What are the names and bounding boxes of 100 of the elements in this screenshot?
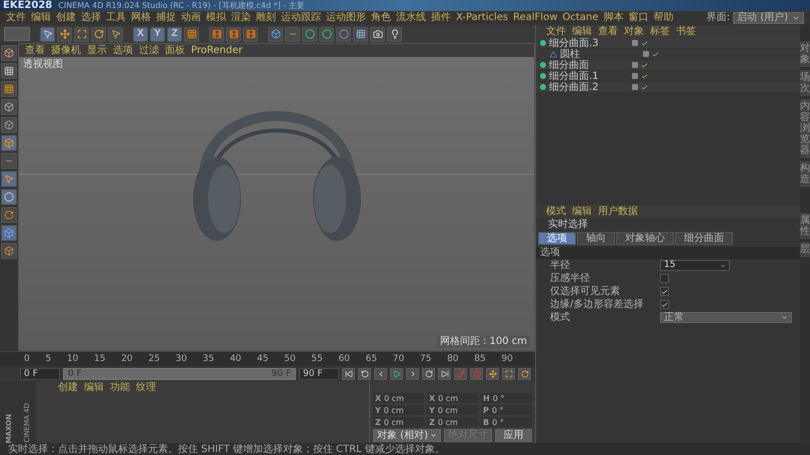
mode-tool-button[interactable] xyxy=(1,135,17,151)
mode-tool-button[interactable] xyxy=(1,117,17,133)
menu-item[interactable]: X-Particles xyxy=(456,12,508,24)
object-menu-item[interactable]: 书签 xyxy=(676,26,696,38)
coordinate-field[interactable]: X 0 cm xyxy=(427,393,478,403)
viewport-menu-item[interactable]: 面板 xyxy=(165,44,185,56)
menu-item[interactable]: 渲染 xyxy=(231,12,251,24)
menu-item[interactable]: 流水线 xyxy=(396,12,426,24)
viewport-menu-item[interactable]: 显示 xyxy=(87,44,107,56)
attribute-tab[interactable]: 对象轴心 xyxy=(616,232,674,245)
material-menu-item[interactable]: 纹理 xyxy=(136,382,156,394)
menu-item[interactable]: 插件 xyxy=(431,12,451,24)
checkbox[interactable] xyxy=(660,300,669,309)
menu-item[interactable]: 动画 xyxy=(181,12,201,24)
viewport-menu-item[interactable]: 查看 xyxy=(25,44,45,56)
mode-tool-button[interactable] xyxy=(1,225,17,241)
menu-item[interactable]: 选择 xyxy=(81,12,101,24)
current-frame-field[interactable]: 0 F xyxy=(20,368,60,380)
render-button[interactable] xyxy=(226,26,241,42)
attribute-tab[interactable]: 轴向 xyxy=(577,232,615,245)
menu-item[interactable]: 帮助 xyxy=(653,12,674,24)
last-frame-button[interactable] xyxy=(438,368,451,380)
material-menu-item[interactable]: 功能 xyxy=(110,382,130,394)
object-menu-item[interactable]: 编辑 xyxy=(572,26,592,38)
material-menu-item[interactable]: 创建 xyxy=(58,382,78,394)
coordinate-field[interactable]: Z 0 cm xyxy=(373,417,424,427)
object-menu-item[interactable]: 对象 xyxy=(624,26,644,38)
rotation-key-button[interactable] xyxy=(518,368,531,380)
side-tab[interactable]: 层 xyxy=(800,242,810,257)
menu-item[interactable]: 创建 xyxy=(56,12,76,24)
cube-button[interactable] xyxy=(268,26,283,42)
attribute-tab[interactable]: 选项 xyxy=(538,232,576,245)
coordinate-field[interactable]: P 0 ° xyxy=(481,405,532,415)
viewport-menu-item[interactable]: ProRender xyxy=(191,44,242,56)
menu-item[interactable]: 运动跟踪 xyxy=(281,12,321,24)
menu-item[interactable]: 运动图形 xyxy=(326,12,366,24)
menu-item[interactable]: 捕捉 xyxy=(156,12,176,24)
menu-item[interactable]: 窗口 xyxy=(628,12,648,24)
mode-tool-button[interactable] xyxy=(1,81,17,97)
checkbox[interactable] xyxy=(660,287,669,296)
menu-item[interactable]: RealFlow xyxy=(513,12,558,24)
attribute-menu-item[interactable]: 模式 xyxy=(546,206,566,218)
coordinate-field[interactable]: B 0 ° xyxy=(481,417,532,427)
layout-dropdown[interactable]: 启动 (用户) xyxy=(733,12,804,24)
attribute-tab[interactable]: 细分曲面 xyxy=(675,232,733,245)
pointer-tool-button[interactable] xyxy=(108,26,123,42)
coordinate-field[interactable]: Y 0 cm xyxy=(427,405,478,415)
mode-tool-button[interactable] xyxy=(1,171,17,187)
side-tab[interactable]: 属性 xyxy=(800,213,810,239)
axis-button[interactable]: X xyxy=(133,26,148,42)
coordinate-field[interactable]: Z 0 cm xyxy=(427,417,478,427)
coordinate-field[interactable]: X 0 cm xyxy=(373,393,424,403)
mode-tool-button[interactable] xyxy=(1,153,17,169)
menu-item[interactable]: 雕刻 xyxy=(256,12,276,24)
render-button[interactable] xyxy=(209,26,224,42)
menu-item[interactable]: 文件 xyxy=(6,12,26,24)
viewport-menu-item[interactable]: 过滤 xyxy=(139,44,159,56)
object-row[interactable]: 细分曲面 xyxy=(536,60,800,71)
scale-key-button[interactable] xyxy=(502,368,515,380)
end-frame-field[interactable]: 90 F xyxy=(299,368,339,380)
rotate-tool-button[interactable] xyxy=(91,26,106,42)
mode-tool-button[interactable] xyxy=(1,207,17,223)
apply-button[interactable]: 应用 xyxy=(494,429,532,442)
side-tab[interactable]: 构造 xyxy=(800,161,810,187)
material-menu-item[interactable]: 编辑 xyxy=(84,382,104,394)
mode-tool-button[interactable] xyxy=(1,63,17,79)
object-row[interactable]: 细分曲面.3 xyxy=(536,38,800,49)
next-key-button[interactable] xyxy=(422,368,435,380)
light-button[interactable] xyxy=(387,26,402,42)
previous-key-button[interactable] xyxy=(358,368,371,380)
radius-field[interactable]: 15 xyxy=(660,260,730,271)
auto-key-button[interactable] xyxy=(470,368,483,380)
menu-item[interactable]: 脚本 xyxy=(603,12,624,24)
coordinate-mode-dropdown[interactable]: 对象 (相对) xyxy=(373,429,441,442)
side-tab[interactable]: 场次 xyxy=(800,70,810,96)
menu-item[interactable]: 模拟 xyxy=(206,12,226,24)
camera-button[interactable] xyxy=(370,26,385,42)
menu-item[interactable]: 编辑 xyxy=(31,12,51,24)
first-frame-button[interactable] xyxy=(342,368,355,380)
position-key-button[interactable] xyxy=(486,368,499,380)
attribute-menu-item[interactable]: 用户数据 xyxy=(598,206,638,218)
object-menu-item[interactable]: 标签 xyxy=(650,26,670,38)
object-menu-item[interactable]: 文件 xyxy=(546,26,566,38)
side-tab[interactable]: 对象 xyxy=(800,41,810,67)
object-row[interactable]: 细分曲面.2 xyxy=(536,82,800,93)
menu-item[interactable]: Octane xyxy=(562,12,598,24)
mode-tool-button[interactable] xyxy=(1,99,17,115)
menu-item[interactable]: 工具 xyxy=(106,12,126,24)
menu-item[interactable]: 角色 xyxy=(371,12,391,24)
coordinate-field[interactable]: Y 0 cm xyxy=(373,405,424,415)
axis-button[interactable]: Z xyxy=(167,26,182,42)
axis-button[interactable]: Y xyxy=(150,26,165,42)
viewport-menu-item[interactable]: 摄像机 xyxy=(51,44,81,56)
object-menu-item[interactable]: 查看 xyxy=(598,26,618,38)
render-settings-button[interactable] xyxy=(243,26,258,42)
previous-frame-button[interactable] xyxy=(374,368,387,380)
pointer-tool-button[interactable] xyxy=(40,26,55,42)
mode-dropdown[interactable]: 正常 xyxy=(660,312,792,323)
attribute-menu-item[interactable]: 编辑 xyxy=(572,206,592,218)
next-frame-button[interactable] xyxy=(406,368,419,380)
